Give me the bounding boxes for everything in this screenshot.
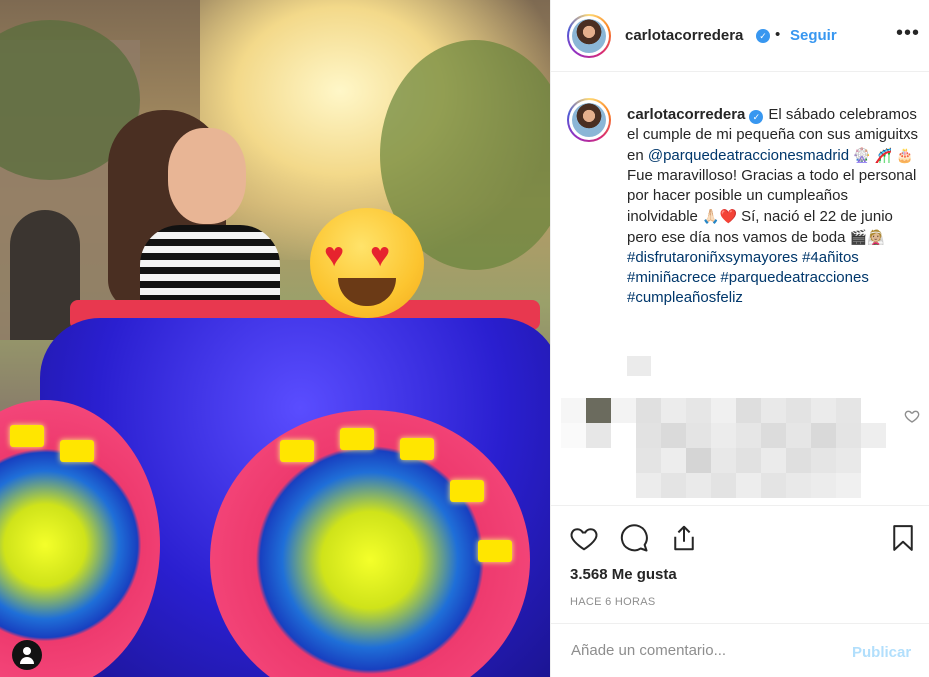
author-username[interactable]: carlotacorredera [625,27,743,44]
heart-icon: ♥ [370,236,391,274]
heart-icon[interactable] [569,523,599,553]
wheel-light [450,480,484,502]
author-avatar[interactable] [567,14,611,58]
hashtag-link[interactable]: #4añitos [802,249,859,266]
bookmark-icon[interactable] [888,523,918,553]
comment-icon[interactable] [619,523,649,553]
post-timestamp[interactable]: HACE 6 HORAS [570,596,656,608]
pixelated-region [627,356,651,376]
hashtag-link[interactable]: #parquedeatracciones [720,269,868,286]
follow-button[interactable]: Seguir [790,27,837,44]
publish-button[interactable]: Publicar [852,644,911,661]
red-heart-emoji-icon: ❤️ [719,208,737,224]
wheel-light [340,428,374,450]
hashtag-link[interactable]: #miniñacrece [627,269,716,286]
wheel-light [60,440,94,462]
emoji-mouth [338,278,396,306]
caption-author-avatar[interactable] [567,98,611,142]
comment-bar: Publicar [551,623,929,677]
post-panel: carlotacorredera ✓ • Seguir ••• carlotac… [550,0,929,677]
wheel-light [10,425,44,447]
wheel-light [400,438,434,460]
mention-link[interactable]: @parquedeatracciones​madrid [648,147,849,164]
post-header: carlotacorredera ✓ • Seguir ••• [551,0,929,72]
wheel-light [478,540,512,562]
birthday-cake-emoji-icon: 🎂 [896,147,914,163]
likes-count[interactable]: 3.568 Me gusta [570,566,677,583]
heart-icon: ♥ [324,236,345,274]
comment-like-icon[interactable] [904,408,920,424]
wheel-light [280,440,314,462]
ferris-wheel-rollercoaster-emoji-icon: 🎡 🎢 [853,147,892,163]
post-photo[interactable]: ♥ ♥ [0,0,550,677]
verified-badge-icon: ✓ [756,29,770,43]
hashtag-link[interactable]: #cumpleañosfeliz [627,289,743,306]
tagged-users-button[interactable] [12,640,42,670]
clapper-bride-emoji-icon: 🎬👰🏼 [849,229,885,245]
verified-badge-icon: ✓ [749,110,764,124]
comment-input[interactable] [571,642,821,659]
photo-person-face [168,128,246,224]
post-caption: carlotacorredera ✓ El sábado celebramos el… [627,105,923,308]
caption-username[interactable]: carlotacorredera [627,106,745,123]
separator-dot: • [775,26,781,43]
pixelated-comment [561,398,886,498]
more-options-icon[interactable]: ••• [896,22,920,45]
heart-eyes-emoji-icon: ♥ ♥ [310,208,424,318]
share-icon[interactable] [669,523,699,553]
hashtag-link[interactable]: #disfrutaroniñxsymayores [627,249,798,266]
praying-hands-emoji-icon: 🙏🏻 [702,208,720,224]
